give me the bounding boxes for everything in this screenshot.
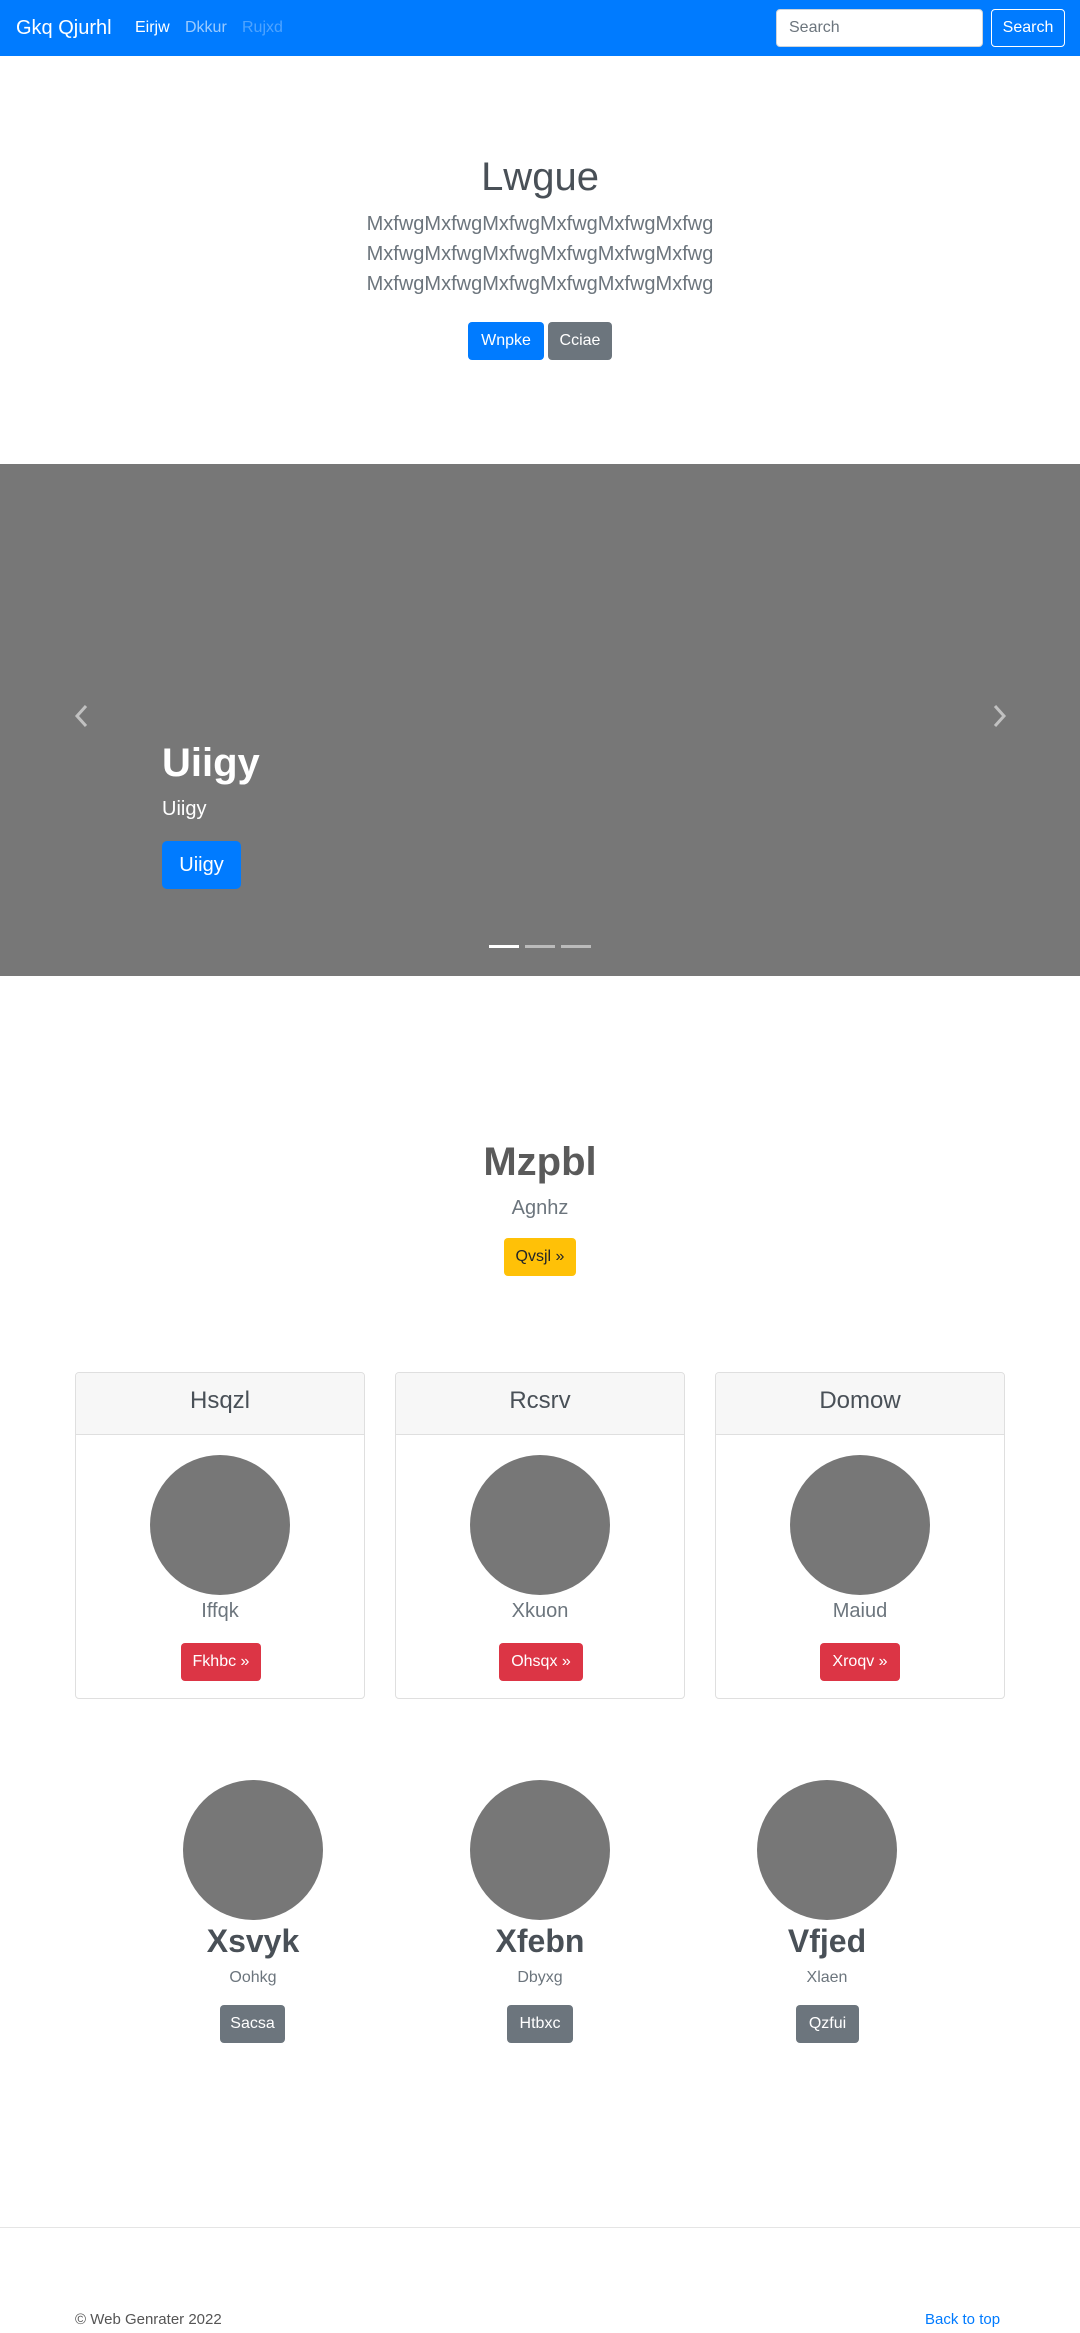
carousel-next-icon[interactable] (989, 702, 1009, 730)
profile-button[interactable]: Qzfui (796, 2005, 859, 2043)
search-button[interactable]: Search (991, 9, 1065, 47)
section-button[interactable]: Qvsjl » (504, 1238, 576, 1276)
hero-primary-button[interactable]: Wnpke (468, 322, 544, 360)
nav-link-1[interactable]: Eirjw (135, 18, 170, 38)
profile-button[interactable]: Htbxc (507, 2005, 573, 2043)
profile-avatar (757, 1780, 897, 1920)
hero-secondary-button[interactable]: Cciae (548, 322, 612, 360)
hero-lead-line: MxfwgMxfwgMxfwgMxfwgMxfwgMxfwg (366, 213, 714, 235)
nav-link-3[interactable]: Rujxd (242, 18, 283, 38)
hero-lead-line: MxfwgMxfwgMxfwgMxfwgMxfwgMxfwg (366, 243, 714, 265)
carousel-subtitle: Uiigy (162, 798, 207, 820)
profile-name: Xsvyk (206, 1923, 300, 1959)
profile-button[interactable]: Sacsa (220, 2005, 285, 2043)
profile-role: Oohkg (229, 1969, 277, 1986)
profile-name: Vfjed (787, 1923, 867, 1959)
card: Hsqzl Iffqk Fkhbc » (75, 1372, 365, 1699)
section-subtitle: Agnhz (511, 1197, 569, 1219)
carousel: Uiigy Uiigy Uiigy (0, 464, 1080, 976)
carousel-prev-icon[interactable] (72, 702, 92, 730)
search-input[interactable] (776, 9, 983, 47)
card-header: Rcsrv (396, 1373, 684, 1435)
carousel-button[interactable]: Uiigy (162, 841, 241, 889)
profile-avatar (183, 1780, 323, 1920)
back-to-top-link[interactable]: Back to top (925, 2310, 1000, 2330)
card: Domow Maiud Xroqv » (715, 1372, 1005, 1699)
brand-link[interactable]: Gkq Qjurhl (16, 15, 112, 41)
card-image-placeholder (470, 1455, 610, 1595)
card-text: Xkuon (511, 1600, 569, 1622)
card-text: Iffqk (201, 1600, 239, 1622)
profile-role: Dbyxg (517, 1969, 563, 1986)
carousel-title: Uiigy (162, 741, 260, 785)
nav-link-2[interactable]: Dkkur (185, 18, 227, 38)
hero-title: Lwgue (481, 155, 599, 199)
card-text: Maiud (832, 1600, 888, 1622)
card-image-placeholder (790, 1455, 930, 1595)
footer-copyright: © Web Genrater 2022 (75, 2311, 222, 2328)
hero-lead-line: MxfwgMxfwgMxfwgMxfwgMxfwgMxfwg (366, 273, 714, 295)
card-button[interactable]: Xroqv » (820, 1643, 900, 1681)
card: Rcsrv Xkuon Ohsqx » (395, 1372, 685, 1699)
card-button[interactable]: Fkhbc » (181, 1643, 261, 1681)
card-header: Hsqzl (76, 1373, 364, 1435)
hero-lead: MxfwgMxfwgMxfwgMxfwgMxfwgMxfwg MxfwgMxfw… (0, 209, 1080, 299)
carousel-indicator-3[interactable] (561, 945, 591, 948)
profile-name: Xfebn (495, 1923, 585, 1959)
profile-role: Xlaen (806, 1969, 848, 1986)
card-image-placeholder (150, 1455, 290, 1595)
section-title: Mzpbl (483, 1140, 597, 1184)
card-button[interactable]: Ohsqx » (499, 1643, 583, 1681)
navbar: Gkq Qjurhl Eirjw Dkkur Rujxd Search (0, 0, 1080, 56)
profile-avatar (470, 1780, 610, 1920)
carousel-indicator-2[interactable] (525, 945, 555, 948)
footer-divider (0, 2227, 1080, 2228)
carousel-indicator-1[interactable] (489, 945, 519, 948)
card-header: Domow (716, 1373, 1004, 1435)
